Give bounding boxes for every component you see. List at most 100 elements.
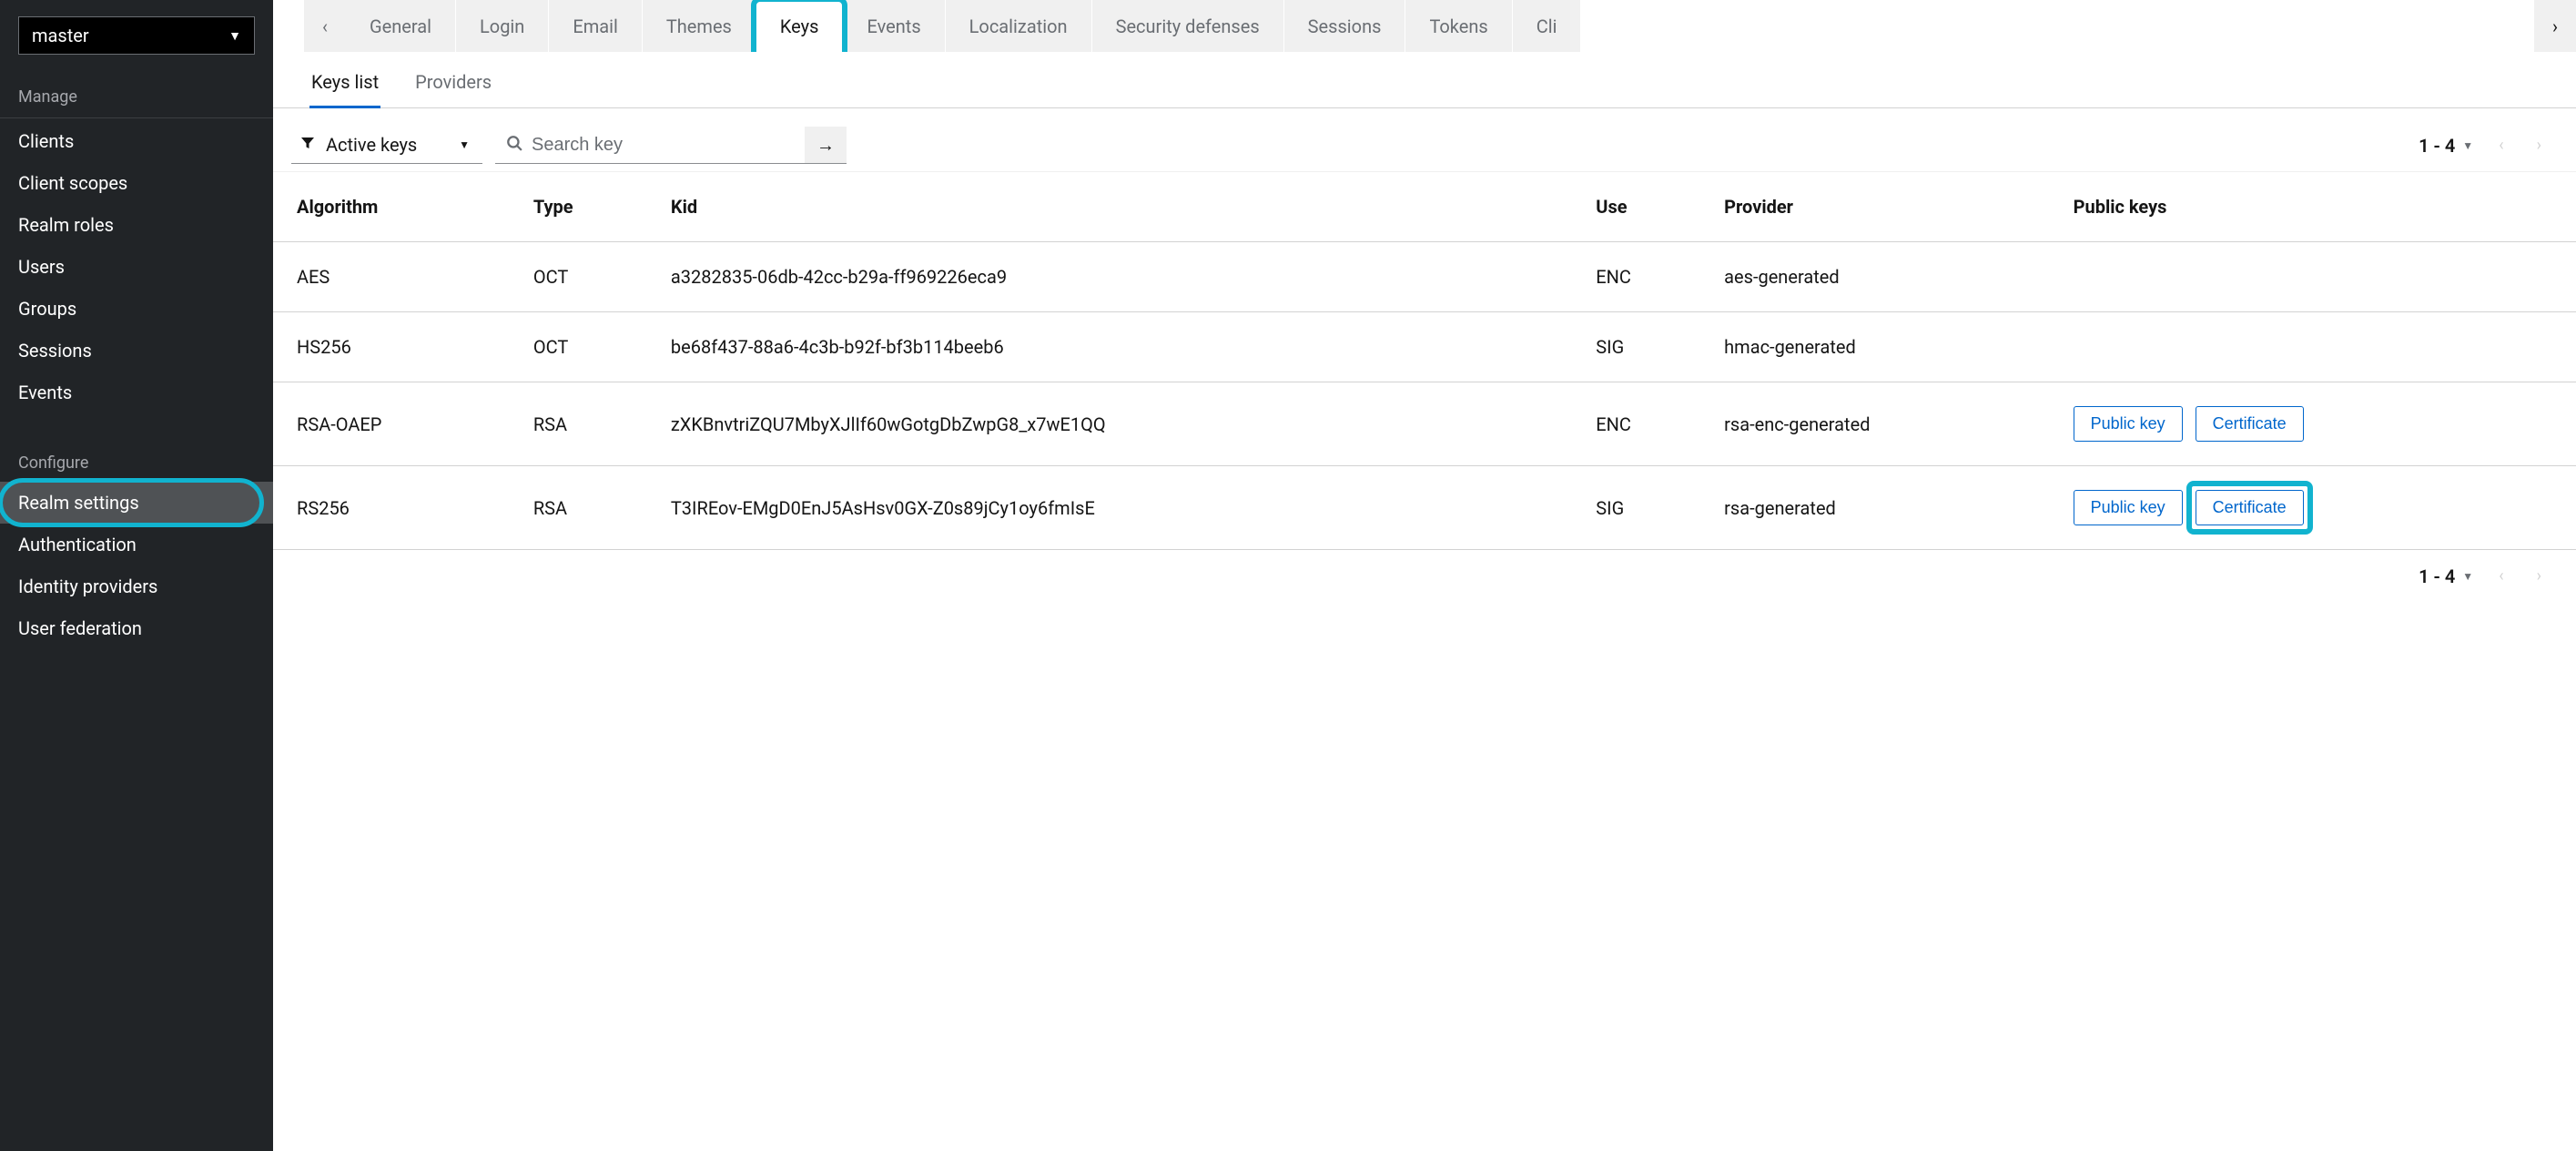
pagination-count[interactable]: 1 - 4 ▼ (2419, 565, 2473, 587)
nav-section-label: Configure (0, 441, 273, 482)
sidebar-item-label: User federation (18, 617, 142, 639)
table-row: AESOCTa3282835-06db-42cc-b29a-ff969226ec… (273, 242, 2576, 312)
cell-algorithm: AES (273, 242, 519, 312)
col-kid: Kid (656, 172, 1581, 242)
tab-label: Themes (666, 15, 732, 37)
sidebar-item-label: Identity providers (18, 576, 157, 597)
tab-security-defenses[interactable]: Security defenses (1092, 0, 1284, 52)
tab-label: Keys (780, 15, 819, 37)
sidebar-item-authentication[interactable]: Authentication (0, 524, 273, 565)
sidebar-item-users[interactable]: Users (0, 246, 273, 288)
pagination-bottom-wrap: 1 - 4 ▼ ‹ › (273, 550, 2576, 602)
keys-table: Algorithm Type Kid Use Provider Public k… (273, 172, 2576, 550)
subtab-providers[interactable]: Providers (413, 71, 493, 108)
cell-use: ENC (1581, 242, 1709, 312)
sidebar-item-label: Clients (18, 130, 74, 152)
tab-label: Sessions (1308, 15, 1382, 37)
tab-label: Tokens (1429, 15, 1487, 37)
pagination-next[interactable]: › (2530, 132, 2549, 158)
realm-selector-value: master (32, 25, 89, 46)
table-row: RS256RSAT3IREov-EMgD0EnJ5AsHsv0GX-Z0s89j… (273, 466, 2576, 550)
cell-use: SIG (1581, 466, 1709, 550)
cell-public-keys (2059, 312, 2576, 382)
tab-keys[interactable]: Keys (756, 0, 844, 52)
nav-section-label: Manage (0, 75, 273, 116)
cell-kid: a3282835-06db-42cc-b29a-ff969226eca9 (656, 242, 1581, 312)
cell-type: RSA (519, 466, 656, 550)
tab-themes[interactable]: Themes (643, 0, 756, 52)
tab-label: General (370, 15, 431, 37)
search-input-wrap (495, 127, 805, 163)
cell-algorithm: RSA-OAEP (273, 382, 519, 466)
chevron-right-icon: › (2552, 15, 2558, 37)
tab-label: Cli (1536, 15, 1557, 37)
cell-type: RSA (519, 382, 656, 466)
caret-down-icon: ▼ (228, 28, 241, 44)
pagination-prev[interactable]: ‹ (2491, 132, 2510, 158)
pagination-prev[interactable]: ‹ (2491, 563, 2510, 589)
certificate-button[interactable]: Certificate (2196, 406, 2304, 442)
pagination-count[interactable]: 1 - 4 ▼ (2419, 135, 2473, 157)
arrow-right-icon: → (816, 134, 835, 157)
toolbar: Active keys ▼ → 1 - 4 ▼ ‹ › (273, 108, 2576, 172)
public-key-button[interactable]: Public key (2074, 406, 2183, 442)
col-type: Type (519, 172, 656, 242)
certificate-button[interactable]: Certificate (2196, 490, 2304, 525)
certificate-button-wrap: Certificate (2196, 406, 2304, 442)
cell-use: SIG (1581, 312, 1709, 382)
tab-tokens[interactable]: Tokens (1405, 0, 1512, 52)
search-icon (506, 134, 522, 156)
sidebar-item-client-scopes[interactable]: Client scopes (0, 162, 273, 204)
tab-label: Localization (969, 15, 1068, 37)
search-input[interactable] (532, 135, 794, 156)
sidebar-item-label: Events (18, 382, 72, 403)
subtab-keys-list[interactable]: Keys list (309, 71, 380, 108)
pagination-bottom: 1 - 4 ▼ ‹ › (2419, 563, 2558, 589)
pagination-top: 1 - 4 ▼ ‹ › (2419, 132, 2558, 158)
tab-localization[interactable]: Localization (946, 0, 1092, 52)
filter-icon (300, 136, 315, 155)
nav-divider (0, 117, 273, 118)
tab-sessions[interactable]: Sessions (1284, 0, 1406, 52)
sidebar-item-realm-roles[interactable]: Realm roles (0, 204, 273, 246)
sidebar-item-clients[interactable]: Clients (0, 120, 273, 162)
filter-dropdown[interactable]: Active keys ▼ (291, 127, 482, 164)
sidebar-item-user-federation[interactable]: User federation (0, 607, 273, 649)
tab-label: Login (480, 15, 524, 37)
tab-client-policies[interactable]: Cli (1513, 0, 1582, 52)
certificate-button-wrap: Certificate (2196, 490, 2304, 525)
tab-scroll-left[interactable]: ‹ (304, 0, 346, 52)
cell-kid: T3IREov-EMgD0EnJ5AsHsv0GX-Z0s89jCy1oy6fm… (656, 466, 1581, 550)
col-algorithm: Algorithm (273, 172, 519, 242)
tab-email[interactable]: Email (549, 0, 643, 52)
caret-down-icon: ▼ (459, 138, 470, 151)
sidebar-item-realm-settings[interactable]: Realm settings (0, 482, 273, 524)
table-row: HS256OCTbe68f437-88a6-4c3b-b92f-bf3b114b… (273, 312, 2576, 382)
tab-general[interactable]: General (346, 0, 456, 52)
cell-provider: hmac-generated (1709, 312, 2058, 382)
realm-selector[interactable]: master ▼ (18, 16, 255, 55)
search-submit-button[interactable]: → (805, 127, 847, 163)
search-group: → (495, 127, 847, 164)
tab-bar: ‹ General Login Email Themes Keys Events Local… (273, 0, 2576, 53)
cell-type: OCT (519, 242, 656, 312)
tab-label: Security defenses (1116, 15, 1260, 37)
sub-tab-bar: Keys list Providers (273, 53, 2576, 108)
sidebar-item-groups[interactable]: Groups (0, 288, 273, 330)
sidebar-item-sessions[interactable]: Sessions (0, 330, 273, 372)
tab-label: Email (573, 15, 618, 37)
sidebar-item-label: Realm roles (18, 214, 114, 236)
cell-provider: aes-generated (1709, 242, 2058, 312)
caret-down-icon: ▼ (2462, 139, 2473, 152)
tab-events[interactable]: Events (843, 0, 945, 52)
sidebar-item-events[interactable]: Events (0, 372, 273, 413)
tab-scroll-right[interactable]: › (2534, 0, 2576, 52)
sidebar-item-identity-providers[interactable]: Identity providers (0, 565, 273, 607)
public-key-button[interactable]: Public key (2074, 490, 2183, 525)
cell-provider: rsa-enc-generated (1709, 382, 2058, 466)
sidebar-item-label: Sessions (18, 340, 92, 362)
cell-public-keys: Public key Certificate (2059, 382, 2576, 466)
main-content: ‹ General Login Email Themes Keys Events Local… (273, 0, 2576, 1151)
tab-login[interactable]: Login (456, 0, 549, 52)
pagination-next[interactable]: › (2530, 563, 2549, 589)
